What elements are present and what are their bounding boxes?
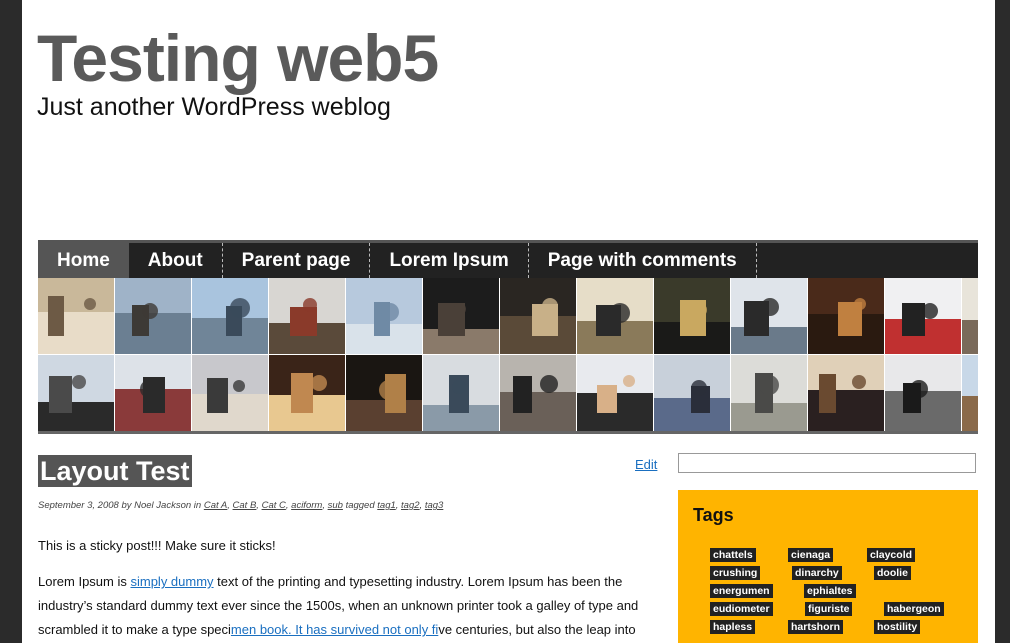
tag-cloud-item[interactable]: doolie [874, 566, 911, 580]
tag-cloud-item[interactable]: chattels [710, 548, 756, 562]
tag-link[interactable]: tag2 [401, 500, 420, 511]
post-date-author: September 3, 2008 by Noel Jackson in [38, 500, 202, 511]
photo-thumbnail[interactable] [269, 278, 345, 354]
tags-widget-title: Tags [693, 505, 734, 525]
nav-item-about[interactable]: About [129, 243, 223, 278]
page: Testing web5 Just another WordPress webl… [22, 0, 995, 643]
tag-cloud-item[interactable]: crushing [710, 566, 761, 580]
photo-thumbnail[interactable] [962, 278, 978, 354]
tag-cloud-item[interactable]: cienaga [788, 548, 834, 562]
site-tagline: Just another WordPress weblog [37, 93, 391, 121]
post-content: This is a sticky post!!! Make sure it st… [38, 534, 648, 643]
photo-thumbnail[interactable] [731, 278, 807, 354]
photo-thumbnail[interactable] [885, 278, 961, 354]
tag-cloud-item[interactable]: figuriste [805, 602, 853, 616]
tag-link[interactable]: tag1 [377, 500, 396, 511]
site-title[interactable]: Testing web5 [37, 18, 439, 98]
body-paragraph: Lorem Ipsum is simply dummy text of the … [38, 570, 648, 642]
category-link[interactable]: Cat C [262, 500, 286, 511]
body-text: Lorem Ipsum is [38, 574, 131, 589]
photo-thumbnail[interactable] [192, 278, 268, 354]
tag-cloud-item[interactable]: dinarchy [792, 566, 842, 580]
tag-cloud-item[interactable]: ephialtes [804, 584, 856, 598]
post-meta: September 3, 2008 by Noel Jackson in Cat… [38, 500, 444, 511]
tag-cloud-item[interactable]: claycold [867, 548, 916, 562]
photo-thumbnail[interactable] [500, 278, 576, 354]
body-link[interactable]: men book. It has survived not only fi [231, 622, 438, 637]
main-nav: Home About Parent page Lorem Ipsum Page … [38, 240, 978, 278]
photo-thumbnail[interactable] [269, 355, 345, 431]
photo-thumbnail[interactable] [423, 355, 499, 431]
category-link[interactable]: aciform [291, 500, 322, 511]
sticky-paragraph: This is a sticky post!!! Make sure it st… [38, 538, 276, 553]
post-title[interactable]: Layout Test [38, 455, 192, 487]
photo-thumbnail[interactable] [577, 355, 653, 431]
tag-cloud-item[interactable]: hapless [710, 620, 756, 634]
photo-thumbnail[interactable] [346, 355, 422, 431]
photo-thumbnail[interactable] [423, 278, 499, 354]
photo-thumbnail[interactable] [577, 278, 653, 354]
divider [38, 431, 978, 434]
category-link[interactable]: sub [328, 500, 343, 511]
photo-thumbnail[interactable] [731, 355, 807, 431]
photo-thumbnail[interactable] [808, 278, 884, 354]
category-link[interactable]: Cat A [204, 500, 227, 511]
photo-thumbnail[interactable] [115, 278, 191, 354]
photo-thumbnail[interactable] [654, 355, 730, 431]
photo-thumbnail[interactable] [808, 355, 884, 431]
body-link[interactable]: simply dummy [130, 574, 213, 589]
photo-thumbnail[interactable] [500, 355, 576, 431]
nav-item-page-with-comments[interactable]: Page with comments [529, 243, 757, 278]
photo-strip [38, 278, 978, 431]
tag-cloud-item[interactable]: eudiometer [710, 602, 773, 616]
photo-thumbnail[interactable] [115, 355, 191, 431]
photo-thumbnail[interactable] [654, 278, 730, 354]
photo-thumbnail[interactable] [192, 355, 268, 431]
photo-thumbnail[interactable] [962, 355, 978, 431]
nav-item-parent-page[interactable]: Parent page [223, 243, 371, 278]
nav-item-lorem-ipsum[interactable]: Lorem Ipsum [370, 243, 529, 278]
photo-thumbnail[interactable] [346, 278, 422, 354]
category-link[interactable]: Cat B [233, 500, 257, 511]
tag-link[interactable]: tag3 [425, 500, 444, 511]
tag-cloud-item[interactable]: habergeon [884, 602, 944, 616]
tagged-label: tagged [345, 500, 375, 511]
tag-cloud-item[interactable]: hostility [874, 620, 921, 634]
photo-thumbnail[interactable] [38, 355, 114, 431]
tags-widget: Tags chattels cienaga claycold crushing … [678, 490, 978, 643]
edit-link[interactable]: Edit [635, 457, 657, 472]
search-input[interactable] [678, 453, 976, 473]
body-text: ve centuries, but also the leap into [438, 622, 636, 637]
photo-thumbnail[interactable] [885, 355, 961, 431]
tag-cloud-item[interactable]: hartshorn [788, 620, 844, 634]
tag-cloud-item[interactable]: energumen [710, 584, 773, 598]
photo-thumbnail[interactable] [38, 278, 114, 354]
nav-item-home[interactable]: Home [38, 243, 129, 278]
